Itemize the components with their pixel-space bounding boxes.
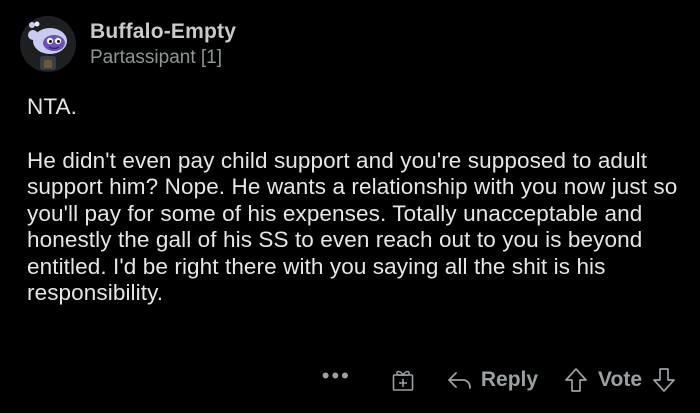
vote-label: Vote [598, 368, 642, 391]
comment-actions: ••• Reply Vote [322, 364, 676, 396]
reply-arrow-icon [447, 372, 471, 389]
avatar[interactable] [20, 16, 76, 72]
comment-card: Buffalo-Empty Partassipant [1] NTA. He d… [0, 0, 700, 413]
vote-controls: Vote [564, 367, 676, 393]
reply-label: Reply [480, 368, 539, 391]
downvote-arrow-icon[interactable] [652, 367, 676, 393]
award-gift-icon [392, 370, 414, 391]
snoo-avatar-icon [20, 16, 76, 72]
comment-paragraph: He didn't even pay child support and you… [27, 147, 678, 306]
more-options-icon: ••• [321, 363, 351, 388]
user-flair: Partassipant [1] [90, 46, 223, 68]
username[interactable]: Buffalo-Empty [90, 19, 236, 45]
more-options-button[interactable]: ••• [321, 363, 351, 394]
comment-header: Buffalo-Empty Partassipant [1] [20, 16, 236, 72]
award-button[interactable] [391, 368, 415, 392]
comment-body: NTA. He didn't even pay child support an… [27, 94, 692, 307]
reply-button[interactable]: Reply [447, 368, 538, 392]
comment-paragraph: NTA. [27, 94, 77, 119]
user-meta: Buffalo-Empty Partassipant [1] [90, 19, 236, 70]
upvote-arrow-icon[interactable] [564, 367, 588, 393]
